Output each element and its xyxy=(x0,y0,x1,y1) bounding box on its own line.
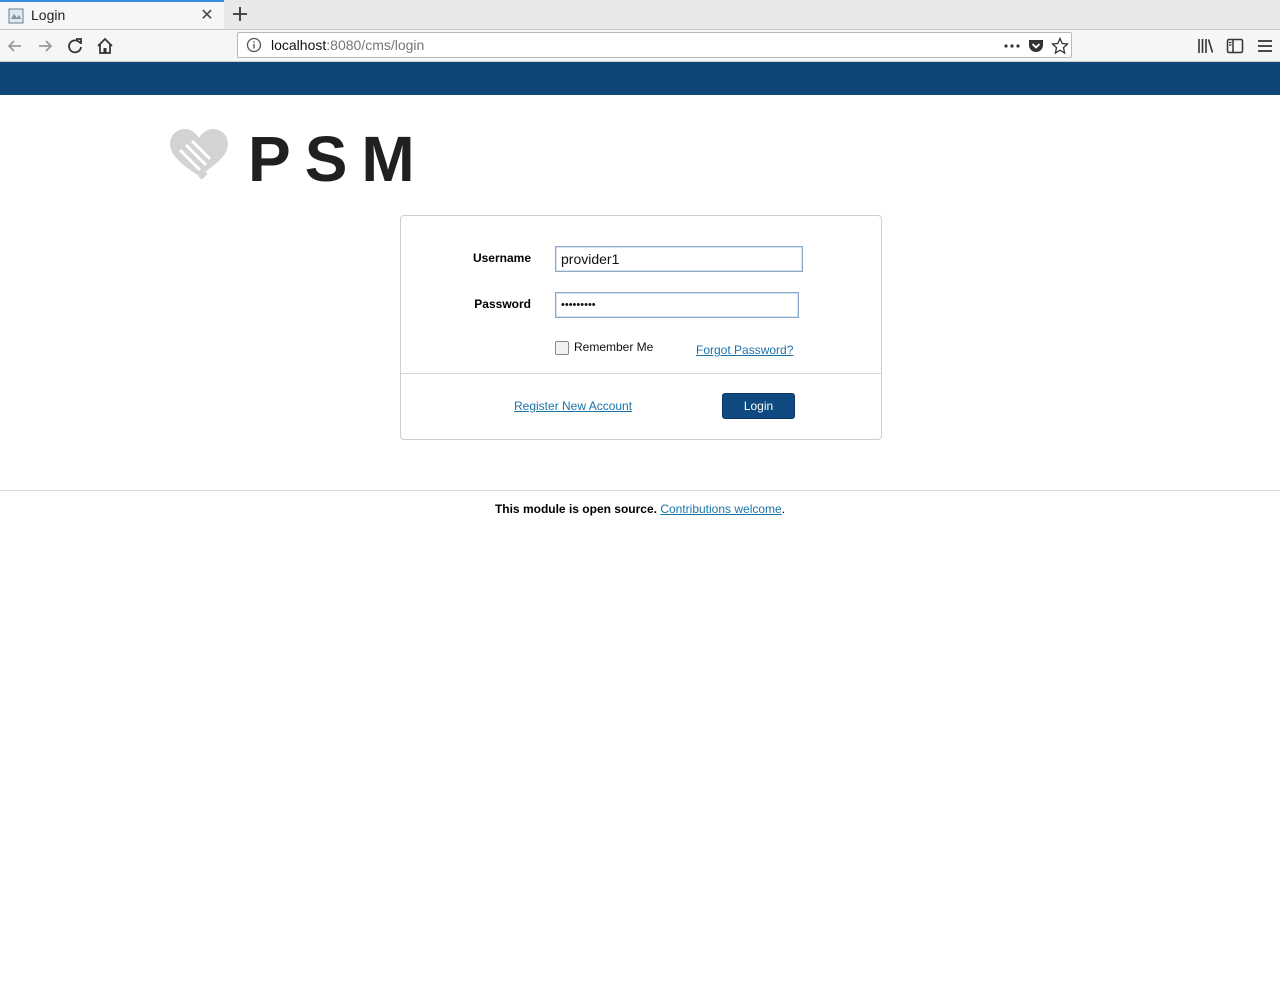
url-host: localhost xyxy=(271,37,327,53)
heart-hands-icon xyxy=(170,129,228,180)
browser-tab[interactable]: Login ✕ xyxy=(0,0,224,29)
back-icon[interactable] xyxy=(4,35,26,57)
browser-tab-bar: Login ✕ xyxy=(0,0,1280,30)
psm-logo: PSM xyxy=(170,126,428,186)
login-panel: Username Password Remember Me Forgot Pas… xyxy=(400,215,882,440)
contributions-link[interactable]: Contributions welcome xyxy=(660,502,781,516)
header-band xyxy=(0,62,1280,95)
url-path: :8080/cms/login xyxy=(326,37,425,53)
register-new-account-link[interactable]: Register New Account xyxy=(514,399,632,413)
logo-text: PSM xyxy=(248,126,428,186)
reload-icon[interactable] xyxy=(64,35,86,57)
home-icon[interactable] xyxy=(94,35,116,57)
remember-me-checkbox[interactable] xyxy=(555,341,569,355)
page-favicon-icon xyxy=(8,8,24,24)
footer: This module is open source. Contribution… xyxy=(0,502,1280,516)
footer-text: This module is open source. xyxy=(494,502,657,516)
menu-icon[interactable] xyxy=(1254,35,1276,57)
login-button[interactable]: Login xyxy=(722,393,795,419)
footer-period: . xyxy=(781,502,786,516)
forward-icon[interactable] xyxy=(34,35,56,57)
close-tab-icon[interactable]: ✕ xyxy=(199,5,215,24)
username-label: Username xyxy=(472,251,531,265)
password-label: Password xyxy=(474,297,531,311)
forgot-password-link[interactable]: Forgot Password? xyxy=(696,343,793,357)
bookmark-star-icon[interactable] xyxy=(1051,37,1069,55)
tab-title: Login xyxy=(31,7,66,23)
remember-me-label: Remember Me xyxy=(574,340,654,354)
browser-nav-bar: localhost:8080/cms/login xyxy=(0,30,1280,62)
address-bar[interactable]: localhost:8080/cms/login xyxy=(237,32,1072,58)
new-tab-icon[interactable] xyxy=(230,4,250,24)
panel-divider xyxy=(401,373,881,374)
pocket-icon[interactable] xyxy=(1027,37,1045,55)
url-text: localhost:8080/cms/login xyxy=(271,37,424,53)
footer-divider xyxy=(0,490,1280,491)
page-actions-icon[interactable] xyxy=(1003,37,1021,55)
password-input[interactable] xyxy=(555,292,799,318)
site-info-icon[interactable] xyxy=(246,37,262,53)
sidebar-toggle-icon[interactable] xyxy=(1224,35,1246,57)
library-icon[interactable] xyxy=(1195,35,1217,57)
username-input[interactable] xyxy=(555,246,803,272)
